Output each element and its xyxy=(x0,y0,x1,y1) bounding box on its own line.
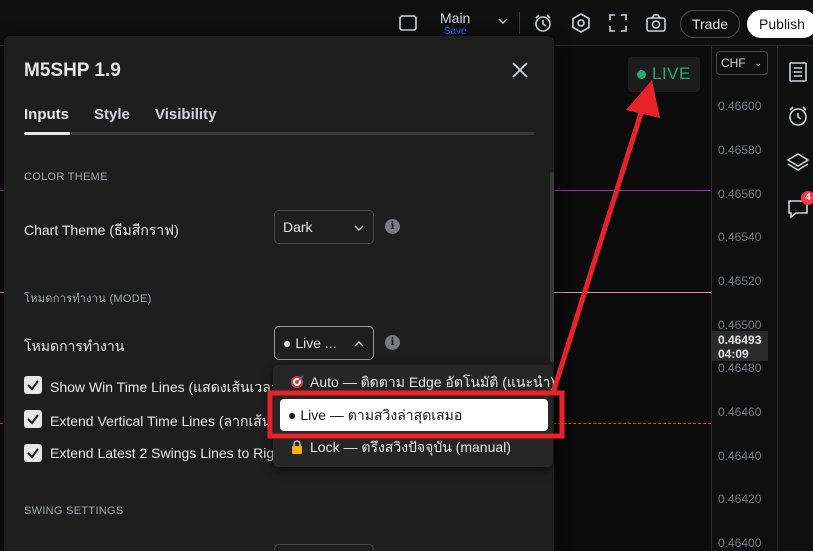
current-price-label: 0.46493 04:09 xyxy=(712,331,768,361)
price-tick: 0.46460 xyxy=(718,405,762,419)
price-tick: 0.46400 xyxy=(718,536,762,550)
currency-value: CHF xyxy=(721,56,746,70)
square-icon[interactable] xyxy=(397,12,419,34)
chevron-down-icon: ⌄ xyxy=(754,58,762,68)
tabs-underline-track xyxy=(24,132,534,135)
chart-theme-label: Chart Theme (ธีมสีกราฟ) xyxy=(24,222,179,238)
mode-label: โหมดการทำงาน xyxy=(24,338,125,354)
publish-button[interactable]: Publish xyxy=(747,10,813,38)
price-tick: 0.46440 xyxy=(718,449,762,463)
chart-theme-value: Dark xyxy=(283,219,313,235)
section-heading-color-theme: COLOR THEME xyxy=(24,171,108,183)
info-icon[interactable]: i xyxy=(385,219,400,234)
swing-setting-select[interactable] xyxy=(274,544,374,551)
bar-countdown: 04:09 xyxy=(718,347,749,361)
checkbox-label: Extend Latest 2 Swings Lines to Rig xyxy=(50,445,275,461)
tabs-underline-active xyxy=(24,132,70,135)
checkmark-icon xyxy=(27,380,39,391)
current-price: 0.46493 xyxy=(718,333,762,347)
target-icon xyxy=(291,375,304,388)
chevron-up-icon xyxy=(354,341,364,347)
notification-badge: 4 xyxy=(801,191,813,205)
watchlist-icon[interactable] xyxy=(786,60,810,84)
camera-icon[interactable] xyxy=(645,12,667,34)
dropdown-option-lock[interactable]: Lock — ตรึงสวิงปัจจุบัน (manual) xyxy=(273,431,553,463)
section-heading-mode: โหมดการทำงาน (MODE) xyxy=(24,293,152,305)
dropdown-option-label: Auto — ติดตาม Edge อัตโนมัติ (แนะนำ) xyxy=(310,374,556,390)
price-tick: 0.46600 xyxy=(718,99,762,113)
currency-select[interactable]: CHF ⌄ xyxy=(716,51,768,75)
checkbox-extend-latest-swings[interactable] xyxy=(24,444,42,462)
chart-pane[interactable] xyxy=(554,46,711,551)
fullscreen-icon[interactable] xyxy=(607,12,629,34)
price-tick: 0.46500 xyxy=(718,318,762,332)
checkbox-extend-vertical-time-lines[interactable] xyxy=(24,410,42,428)
checkbox-label: Extend Vertical Time Lines (ลากเส้น xyxy=(50,413,272,429)
layout-selector[interactable]: Main Save xyxy=(440,10,470,37)
price-tick: 0.46540 xyxy=(718,230,762,244)
indicator-settings-dialog: M5SHP 1.9 Inputs Style Visibility COLOR … xyxy=(4,36,554,551)
section-heading-swing-settings: SWING SETTINGS xyxy=(24,505,124,517)
lock-icon xyxy=(292,440,302,454)
chevron-down-icon[interactable] xyxy=(498,16,508,26)
tab-inputs[interactable]: Inputs xyxy=(24,106,69,123)
alert-clock-icon[interactable] xyxy=(532,12,554,34)
info-icon[interactable]: i xyxy=(385,335,400,350)
checkmark-icon xyxy=(27,448,39,459)
layout-name: Main xyxy=(440,10,471,26)
layers-icon[interactable] xyxy=(786,150,810,174)
divider xyxy=(519,12,520,34)
chevron-down-icon xyxy=(354,225,364,231)
tab-visibility[interactable]: Visibility xyxy=(155,106,216,123)
price-tick: 0.46420 xyxy=(718,492,762,506)
dropdown-option-auto[interactable]: Auto — ติดตาม Edge อัตโนมัติ (แนะนำ) xyxy=(273,366,556,398)
close-icon[interactable] xyxy=(508,58,532,82)
price-tick: 0.46560 xyxy=(718,187,762,201)
price-tick: 0.46480 xyxy=(718,361,762,375)
dropdown-option-label: ● Live — ตามสวิงล่าสุดเสมอ xyxy=(288,407,463,423)
trade-button[interactable]: Trade xyxy=(680,10,740,38)
price-axis[interactable] xyxy=(711,46,777,551)
price-tick: 0.46520 xyxy=(718,274,762,288)
dialog-scrollbar[interactable] xyxy=(550,172,554,362)
checkmark-icon xyxy=(27,414,39,425)
mode-select[interactable]: ● Live ... xyxy=(274,326,374,360)
settings-hexagon-icon[interactable] xyxy=(570,12,592,34)
app-root: Main Save Trade Publish LIVE CHF ⌄ 0.466… xyxy=(0,0,813,551)
mode-value: ● Live ... xyxy=(283,335,337,351)
alert-clock-icon[interactable] xyxy=(786,104,810,128)
chart-theme-select[interactable]: Dark xyxy=(274,210,374,244)
live-badge-text: LIVE xyxy=(652,64,691,83)
checkbox-label: Show Win Time Lines (แสดงเส้นเวลา xyxy=(50,379,279,395)
dialog-title: M5SHP 1.9 xyxy=(24,60,121,81)
price-tick: 0.46580 xyxy=(718,143,762,157)
checkbox-show-win-time-lines[interactable] xyxy=(24,376,42,394)
dropdown-option-live[interactable]: ● Live — ตามสวิงล่าสุดเสมอ xyxy=(280,399,548,431)
live-status-dot xyxy=(637,70,646,79)
dropdown-option-label: Lock — ตรึงสวิงปัจจุบัน (manual) xyxy=(310,439,511,455)
mode-dropdown-menu: Auto — ติดตาม Edge อัตโนมัติ (แนะนำ) ● L… xyxy=(273,365,556,467)
tab-style[interactable]: Style xyxy=(94,106,130,123)
